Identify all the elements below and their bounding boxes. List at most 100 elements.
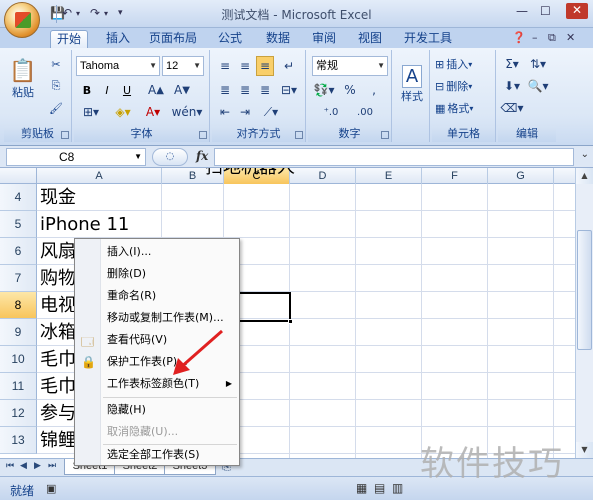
decrease-decimal-icon[interactable]: .00 (350, 102, 380, 122)
comma-icon[interactable]: , (364, 80, 384, 100)
tab-formulas[interactable]: 公式 (212, 30, 248, 48)
align-center-icon[interactable]: ≣ (236, 80, 254, 100)
prev-sheet-icon[interactable]: ◀ (20, 461, 27, 471)
delete-cells-button[interactable]: ⊟ 删除 ▾ (434, 76, 494, 96)
bold-button[interactable]: B (78, 80, 96, 100)
scroll-up-icon[interactable]: ▲ (576, 168, 593, 184)
column-header-e[interactable]: E (356, 168, 422, 184)
vertical-scrollbar[interactable]: ▲ ▼ (575, 168, 593, 458)
column-header-f[interactable]: F (422, 168, 488, 184)
underline-button[interactable]: U (118, 80, 136, 100)
name-box[interactable]: C8 ▼ (6, 148, 146, 166)
first-sheet-icon[interactable]: ⏮ (6, 461, 14, 471)
increase-decimal-icon[interactable]: ⁺.0 (316, 102, 346, 122)
row-header-4[interactable]: 4 (0, 184, 37, 211)
ribbon-close-icon[interactable]: ✕ (566, 31, 575, 44)
phonetic-icon[interactable]: wén▾ (172, 102, 203, 122)
row-header-11[interactable]: 11 (0, 373, 37, 400)
row-header-9[interactable]: 9 (0, 319, 37, 346)
font-color-icon[interactable]: A▾ (140, 102, 166, 122)
sort-filter-icon[interactable]: ⇅▾ (526, 54, 550, 74)
ribbon-minimize-icon[interactable]: – (532, 31, 538, 44)
menu-item-select-all-sheets[interactable]: 选定全部工作表(S) (102, 444, 238, 466)
insert-function-button[interactable]: fx (196, 149, 208, 163)
page-break-view-icon[interactable]: ▥ (392, 481, 403, 495)
tab-page-layout[interactable]: 页面布局 (146, 30, 200, 48)
alignment-launcher-icon[interactable] (295, 131, 303, 139)
increase-indent-icon[interactable]: ⇥ (236, 102, 254, 122)
fill-handle[interactable] (288, 319, 293, 324)
row-header-13[interactable]: 13 (0, 427, 37, 454)
row-header-7[interactable]: 7 (0, 265, 37, 292)
autosum-icon[interactable]: Σ▾ (500, 54, 524, 74)
cell-a5[interactable]: iPhone 11 (40, 211, 129, 238)
align-bottom-icon[interactable]: ≡ (256, 56, 274, 76)
page-layout-view-icon[interactable]: ▤ (374, 481, 385, 495)
cell-a4[interactable]: 现金 (40, 184, 76, 211)
scroll-down-icon[interactable]: ▼ (576, 442, 593, 458)
italic-button[interactable]: I (98, 80, 116, 100)
row-header-5[interactable]: 5 (0, 211, 37, 238)
insert-cells-button[interactable]: ⊞ 插入 ▾ (434, 54, 494, 74)
number-launcher-icon[interactable] (381, 131, 389, 139)
wrap-text-icon[interactable]: ↵ (278, 56, 300, 76)
close-icon[interactable]: ✕ (566, 3, 589, 19)
menu-item-insert[interactable]: 插入(I)... (102, 241, 238, 263)
next-sheet-icon[interactable]: ▶ (34, 461, 41, 471)
column-header-g[interactable]: G (488, 168, 554, 184)
merge-center-icon[interactable]: ⊟▾ (278, 80, 300, 100)
find-select-icon[interactable]: 🔍▾ (526, 76, 550, 96)
expand-formula-icon[interactable]: ⌄ (581, 149, 589, 160)
fill-color-icon[interactable]: ◈▾ (110, 102, 136, 122)
cell-a13[interactable]: 锦鲤 (40, 427, 76, 454)
minimize-icon[interactable]: — (516, 4, 528, 20)
normal-view-icon[interactable]: ▦ (356, 481, 367, 495)
align-right-icon[interactable]: ≣ (256, 80, 274, 100)
column-header-d[interactable]: D (290, 168, 356, 184)
align-left-icon[interactable]: ≣ (216, 80, 234, 100)
borders-icon[interactable]: ⊞▾ (78, 102, 104, 122)
fill-icon[interactable]: ⬇▾ (500, 76, 524, 96)
styles-button[interactable]: A 样式 (396, 54, 428, 114)
help-icon[interactable]: ❓ (512, 31, 526, 44)
paste-button[interactable]: 📋 粘贴 (8, 54, 38, 104)
row-header-6[interactable]: 6 (0, 238, 37, 265)
scroll-thumb[interactable] (577, 230, 592, 350)
tab-review[interactable]: 审阅 (306, 30, 342, 48)
macro-record-icon[interactable]: ▣ (46, 482, 56, 495)
tab-home[interactable]: 开始 (50, 30, 88, 48)
row-header-12[interactable]: 12 (0, 400, 37, 427)
percent-icon[interactable]: % (340, 80, 360, 100)
cell-a6[interactable]: 风扇 (40, 238, 76, 265)
tab-insert[interactable]: 插入 (98, 30, 138, 48)
office-button[interactable] (4, 2, 40, 38)
orientation-icon[interactable]: ⟋▾ (258, 102, 284, 122)
cancel-enter-icon[interactable]: ◌ (152, 148, 188, 166)
font-family-select[interactable]: Tahoma ▼ (76, 56, 160, 76)
cell-a11[interactable]: 毛巾 (40, 373, 76, 400)
column-header-a[interactable]: A (37, 168, 162, 184)
last-sheet-icon[interactable]: ⏭ (48, 461, 56, 471)
cell-a9[interactable]: 冰箱 (40, 319, 76, 346)
font-size-select[interactable]: 12 ▼ (162, 56, 204, 76)
font-launcher-icon[interactable] (199, 131, 207, 139)
cut-icon[interactable]: ✂ (46, 54, 66, 74)
cell-a7[interactable]: 购物 (40, 265, 76, 292)
shrink-font-icon[interactable]: A ▼ (170, 80, 194, 100)
clear-icon[interactable]: ⌫▾ (500, 98, 524, 118)
menu-item-rename[interactable]: 重命名(R) (102, 285, 238, 307)
cell-a8[interactable]: 电视 (40, 292, 76, 319)
align-top-icon[interactable]: ≡ (216, 56, 234, 76)
row-header-10[interactable]: 10 (0, 346, 37, 373)
menu-item-move-copy[interactable]: 移动或复制工作表(M)... (102, 307, 238, 329)
tab-developer[interactable]: 开发工具 (400, 30, 456, 48)
tab-data[interactable]: 数据 (260, 30, 296, 48)
cell-a10[interactable]: 毛巾 (40, 346, 76, 373)
tab-view[interactable]: 视图 (352, 30, 388, 48)
decrease-indent-icon[interactable]: ⇤ (216, 102, 234, 122)
cell-a12[interactable]: 参与 (40, 400, 76, 427)
select-all-corner[interactable] (0, 168, 37, 184)
maximize-icon[interactable]: ☐ (540, 4, 551, 20)
menu-item-hide[interactable]: 隐藏(H) (102, 399, 238, 421)
ribbon-restore-icon[interactable]: ⧉ (548, 31, 556, 45)
